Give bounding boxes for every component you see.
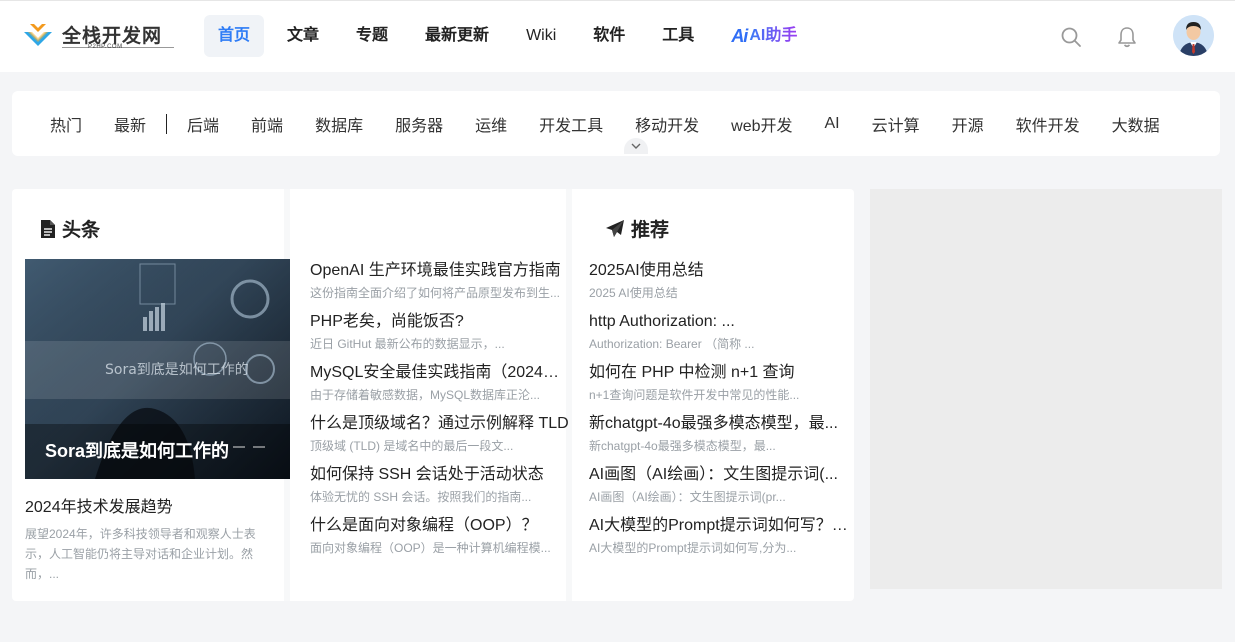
list-item-title[interactable]: 什么是顶级域名？通过示例解释 TLD (310, 413, 570, 435)
list-item-desc: AI大模型的Prompt提示词如何写,分为... (589, 541, 797, 555)
ai-assistant-label: AI助手 (749, 15, 797, 57)
list-item-title[interactable]: 什么是面向对象编程（OOP）？ (310, 515, 570, 537)
headline-title[interactable]: 2024年技术发展趋势 (25, 493, 173, 517)
ad-placeholder (870, 189, 1222, 589)
article-list: OpenAI 生产环境最佳实践官方指南这份指南全面介绍了如何将产品原型发布到生.… (310, 260, 570, 566)
paper-plane-icon (606, 219, 624, 237)
list-item-title[interactable]: 新chatgpt-4o最强多模态模型，最... (589, 413, 861, 435)
list-item-desc: 顶级域 (TLD) 是域名中的最后一段文... (310, 439, 514, 453)
list-item-title[interactable]: PHP老矣，尚能饭否? (310, 311, 570, 333)
list-item[interactable]: MySQL安全最佳实践指南（2024版） 由于存储着敏感数据，MySQL数据库正沦… (310, 362, 570, 413)
category-item[interactable]: 移动开发 (619, 112, 715, 136)
bell-icon[interactable] (1116, 26, 1138, 48)
document-icon (41, 219, 55, 238)
nav-item-wiki[interactable]: Wiki (512, 15, 570, 57)
list-item-title[interactable]: MySQL安全最佳实践指南（2024版） (310, 362, 570, 384)
list-item[interactable]: 什么是顶级域名？通过示例解释 TLD 顶级域 (TLD) 是域名中的最后一段文..… (310, 413, 570, 464)
nav-item-topics[interactable]: 专题 (342, 15, 402, 57)
category-list: 热门 最新 后端 前端 数据库 服务器 运维 开发工具 移动开发 web开发 AI 云计算 开源 软件开发… (34, 91, 1176, 156)
list-item-title[interactable]: 2025AI使用总结 (589, 260, 861, 282)
avatar[interactable] (1173, 15, 1214, 56)
avatar-icon (1173, 15, 1214, 56)
category-divider (166, 113, 168, 134)
top-header: 全栈开发网 P2HP.COM 首页 文章 专题 最新更新 Wiki 软件 工具 … (0, 0, 1235, 72)
search-icon[interactable] (1060, 26, 1082, 48)
list-item[interactable]: OpenAI 生产环境最佳实践官方指南这份指南全面介绍了如何将产品原型发布到生.… (310, 260, 570, 311)
recommend-label: 推荐 (631, 220, 670, 241)
recommend-section-title: 推荐 (605, 215, 669, 242)
category-item[interactable]: 最新 (98, 112, 162, 136)
ai-logo-icon: Ai (731, 26, 748, 46)
list-item[interactable]: 如何保持 SSH 会话处于活动状态体验无忧的 SSH 会话。按照我们的指南... (310, 464, 570, 515)
logo-mark-icon (24, 24, 52, 46)
category-item[interactable]: 数据库 (299, 112, 379, 136)
expand-categories-button[interactable] (624, 138, 648, 154)
main-nav: 首页 文章 专题 最新更新 Wiki 软件 工具 Ai AI助手 (204, 15, 820, 57)
list-item[interactable]: 2025AI使用总结 2025 AI使用总结 (589, 260, 861, 311)
nav-item-articles[interactable]: 文章 (273, 15, 333, 57)
category-item[interactable]: web开发 (715, 112, 808, 136)
list-item-desc: 这份指南全面介绍了如何将产品原型发布到生... (310, 286, 561, 300)
list-item[interactable]: 什么是面向对象编程（OOP）？ 面向对象编程（OOP）是一种计算机编程模... (310, 515, 570, 566)
category-item[interactable]: 云计算 (856, 112, 936, 136)
list-item-desc: AI画图（AI绘画）：文生图提示词(pr... (589, 490, 786, 504)
list-item-title[interactable]: AI大模型的Prompt提示词如何写？三... (589, 515, 861, 537)
list-item-title[interactable]: OpenAI 生产环境最佳实践官方指南 (310, 260, 570, 282)
category-item[interactable]: 后端 (171, 112, 235, 136)
category-item[interactable]: 开发工具 (523, 112, 619, 136)
nav-item-home[interactable]: 首页 (204, 15, 265, 57)
list-item-desc: 2025 AI使用总结 (589, 286, 678, 300)
list-item-title[interactable]: http Authorization: ... (589, 311, 861, 333)
category-item[interactable]: 软件开发 (1000, 112, 1096, 136)
list-item[interactable]: PHP老矣，尚能饭否? 近日 GitHut 最新公布的数据显示，... (310, 311, 570, 362)
chevron-down-icon (631, 143, 641, 149)
site-logo[interactable]: 全栈开发网 P2HP.COM (20, 18, 174, 56)
nav-item-tools[interactable]: 工具 (648, 15, 708, 57)
category-item[interactable]: 开源 (936, 112, 1000, 136)
category-item[interactable]: AI (809, 115, 856, 133)
category-item[interactable]: 服务器 (379, 112, 459, 136)
list-item[interactable]: 新chatgpt-4o最强多模态模型，最... 新chatgpt-4o最强多模态模… (589, 413, 861, 464)
nav-item-software[interactable]: 软件 (579, 15, 639, 57)
image-overlay-text: Sora到底是如何工作的 (105, 362, 249, 378)
list-item[interactable]: 如何在 PHP 中检测 n+1 查询 n+1查询问题是软件开发中常见的性能... (589, 362, 861, 413)
category-item[interactable]: 大数据 (1096, 112, 1176, 136)
headline-image[interactable]: Sora到底是如何工作的 Sora到底是如何工作的 (25, 259, 290, 479)
headline-image-caption: Sora到底是如何工作的 (45, 441, 230, 461)
headline-section-title: 头条 (40, 215, 100, 242)
list-item-desc: Authorization: Bearer （简称 ... (589, 337, 755, 351)
recommend-list: 2025AI使用总结 2025 AI使用总结 http Authorization:… (589, 260, 861, 566)
category-item[interactable]: 运维 (459, 112, 523, 136)
logo-subtext: P2HP.COM (88, 44, 123, 50)
category-item[interactable]: 热门 (34, 112, 98, 136)
list-item-desc: 面向对象编程（OOP）是一种计算机编程模... (310, 541, 551, 555)
list-item-title[interactable]: AI画图（AI绘画）：文生图提示词(... (589, 464, 861, 486)
list-item-desc: 新chatgpt-4o最强多模态模型，最... (589, 439, 776, 453)
headline-desc: 展望2024年，许多科技领导者和观察人士表示，人工智能仍将主导对话和企业计划。然… (25, 527, 256, 581)
list-item-desc: n+1查询问题是软件开发中常见的性能... (589, 388, 800, 402)
list-item-title[interactable]: 如何在 PHP 中检测 n+1 查询 (589, 362, 861, 384)
list-item[interactable]: AI大模型的Prompt提示词如何写？三... AI大模型的Prompt提示词如何… (589, 515, 861, 566)
list-item-desc: 体验无忧的 SSH 会话。按照我们的指南... (310, 490, 532, 504)
category-item[interactable]: 前端 (235, 112, 299, 136)
list-item-title[interactable]: 如何保持 SSH 会话处于活动状态 (310, 464, 570, 486)
nav-item-latest[interactable]: 最新更新 (411, 15, 503, 57)
nav-item-ai-assistant[interactable]: Ai AI助手 (717, 15, 811, 57)
list-item-desc: 近日 GitHut 最新公布的数据显示，... (310, 337, 505, 351)
list-item-desc: 由于存储着敏感数据，MySQL数据库正沦... (310, 388, 541, 402)
headline-label: 头条 (62, 220, 101, 241)
category-bar: 热门 最新 后端 前端 数据库 服务器 运维 开发工具 移动开发 web开发 AI 云计算 开源 软件开发… (12, 91, 1220, 156)
list-item[interactable]: http Authorization: ... Authorization: Be… (589, 311, 861, 362)
list-item[interactable]: AI画图（AI绘画）：文生图提示词(... AI画图（AI绘画）：文生图提示词(p… (589, 464, 861, 515)
